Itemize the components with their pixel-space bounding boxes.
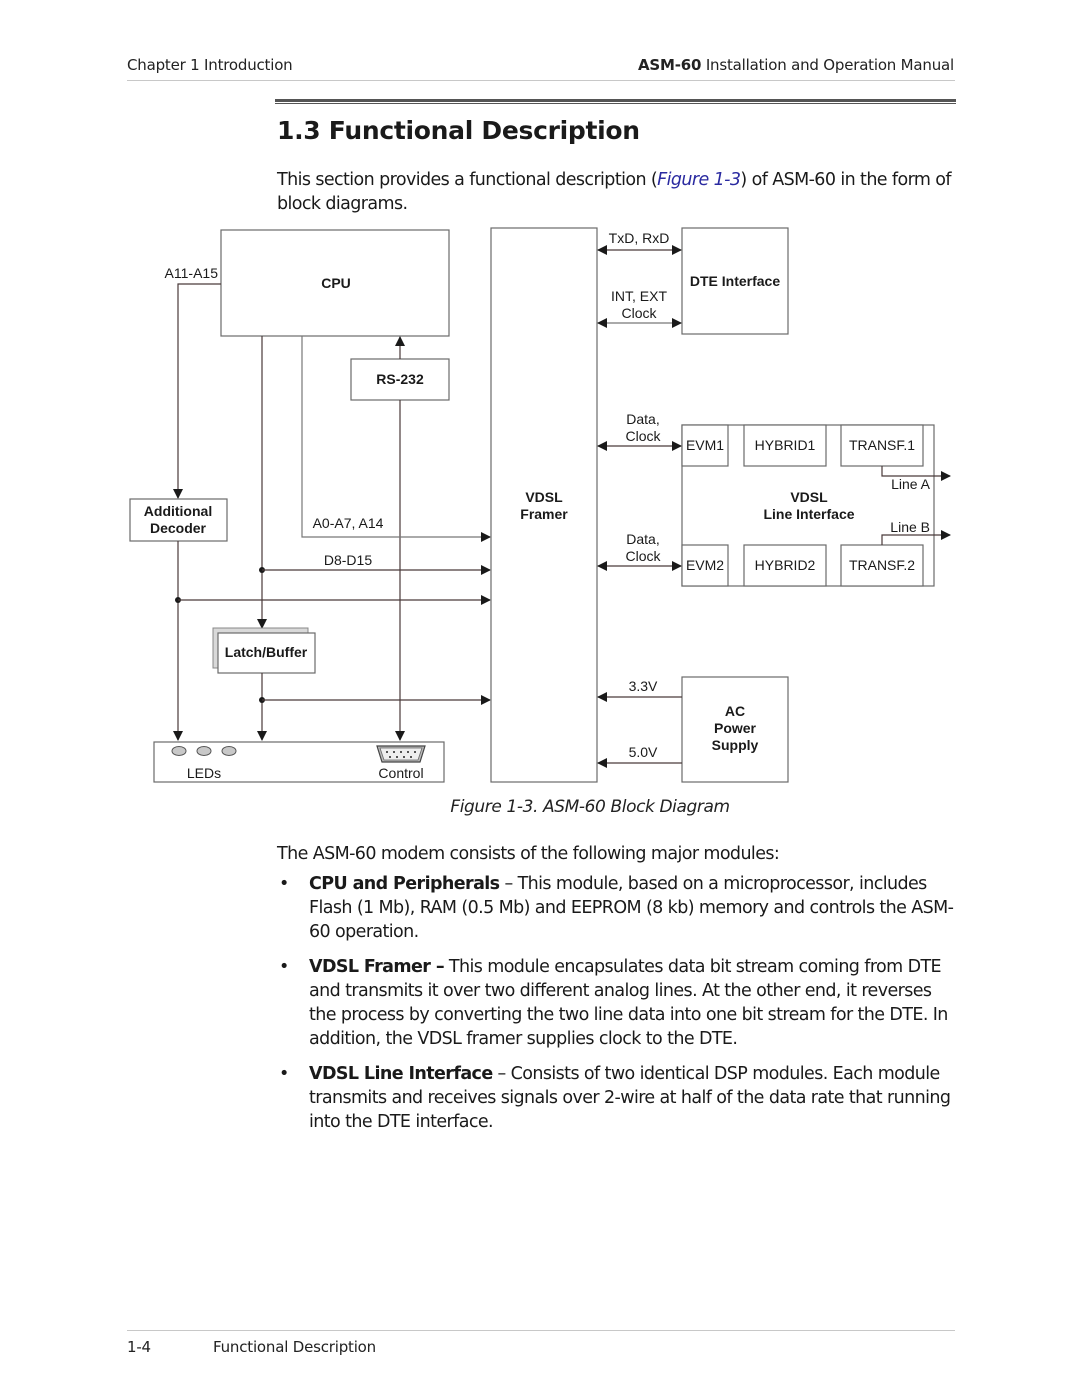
signal-5-0v: 5.0V [629, 744, 658, 760]
module-name: VDSL Framer – [309, 957, 445, 977]
rs232-label: RS-232 [376, 371, 424, 387]
signal-data-1: Data, [626, 411, 659, 427]
led-icon [171, 746, 187, 756]
signal-line-b: Line B [890, 519, 930, 535]
cpu-label: CPU [321, 275, 351, 291]
decoder-label-1: Additional [144, 503, 212, 519]
signal-clock-2: Clock [625, 548, 661, 564]
hybrid1-label: HYBRID1 [755, 437, 816, 453]
footer-title: Functional Description [213, 1338, 376, 1356]
dte-interface-label: DTE Interface [690, 273, 780, 289]
figure-caption: Figure 1-3. ASM-60 Block Diagram [450, 797, 730, 817]
power-label-3: Supply [712, 737, 759, 753]
module-name: CPU and Peripherals [309, 874, 500, 894]
signal-d8-d15: D8-D15 [324, 552, 372, 568]
list-item: • VDSL Framer – This module encapsulates … [277, 955, 957, 1051]
a11-a15-line [173, 283, 221, 499]
signal-line-a: Line A [891, 476, 931, 492]
power-label-1: AC [725, 703, 745, 719]
line-if-label-1: VDSL [790, 489, 828, 505]
footer-rule [127, 1330, 955, 1331]
page-number: 1-4 [127, 1338, 151, 1356]
signal-3-3v: 3.3V [629, 678, 658, 694]
line-if-label-2: Line Interface [763, 506, 854, 522]
signal-a0-a7-a14: A0-A7, A14 [313, 515, 384, 531]
power-label-2: Power [714, 720, 757, 736]
list-item: • CPU and Peripherals – This module, base… [277, 872, 957, 944]
bullet: • [279, 874, 289, 894]
list-item: • VDSL Line Interface – Consists of two i… [277, 1062, 957, 1134]
latch-buffer-label: Latch/Buffer [225, 644, 308, 660]
signal-clock: Clock [621, 305, 657, 321]
db9-connector-icon [376, 745, 426, 763]
modules-lead: The ASM-60 modem consists of the followi… [277, 844, 780, 864]
led-icon [196, 746, 212, 756]
leds-label: LEDs [187, 765, 221, 781]
signal-a11-a15: A11-A15 [165, 265, 219, 281]
control-label: Control [378, 765, 423, 781]
vdsl-framer-block [490, 227, 598, 783]
led-icon [221, 746, 237, 756]
framer-label-2: Framer [520, 506, 568, 522]
decoder-label-2: Decoder [150, 520, 207, 536]
framer-label-1: VDSL [525, 489, 563, 505]
module-name: VDSL Line Interface [309, 1064, 493, 1084]
evm1-label: EVM1 [686, 437, 724, 453]
bullet: • [279, 1064, 289, 1084]
modules-list: • CPU and Peripherals – This module, base… [277, 872, 957, 1145]
transf2-label: TRANSF.2 [849, 557, 915, 573]
signal-data-2: Data, [626, 531, 659, 547]
bullet: • [279, 957, 289, 977]
hybrid2-label: HYBRID2 [755, 557, 816, 573]
transf1-label: TRANSF.1 [849, 437, 915, 453]
signal-txd-rxd: TxD, RxD [609, 230, 670, 246]
block-diagram: CPU A11-A15 RS-232 Additional Decoder D8… [129, 227, 951, 783]
signal-clock-1: Clock [625, 428, 661, 444]
evm2-label: EVM2 [686, 557, 724, 573]
signal-int-ext: INT, EXT [611, 288, 667, 304]
